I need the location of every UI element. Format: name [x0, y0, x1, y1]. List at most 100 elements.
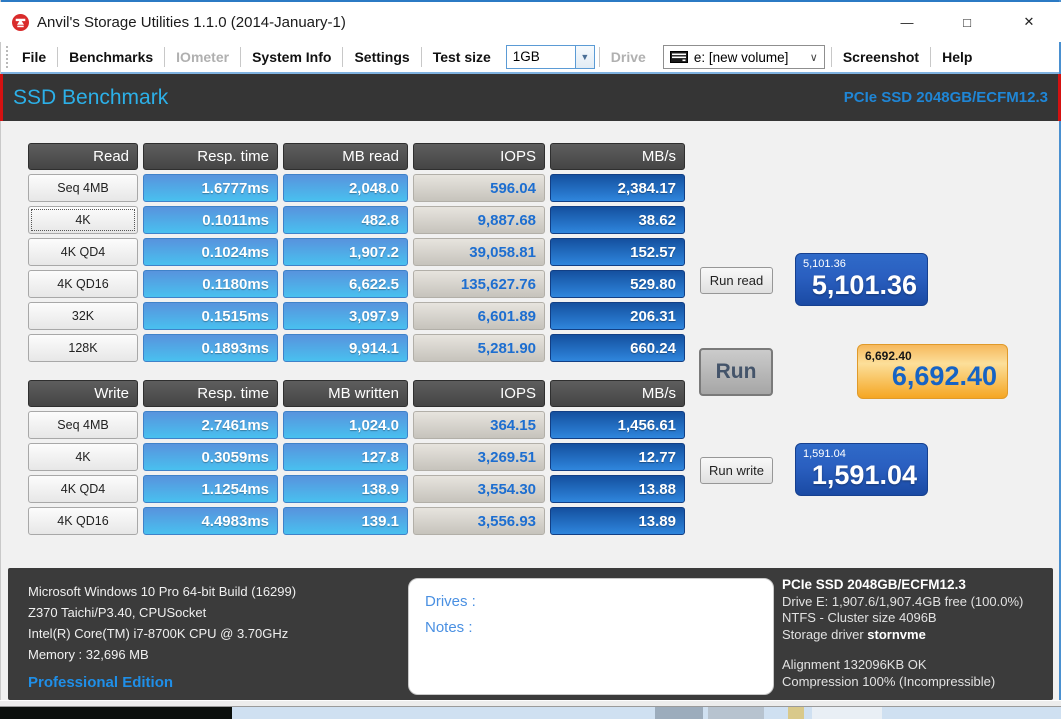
write-row-label[interactable]: 4K QD4 [28, 475, 138, 503]
minimize-button[interactable]: — [884, 2, 930, 42]
taskbar-item [788, 707, 804, 719]
mb-read-col-header: MB read [283, 143, 408, 170]
iops-value: 6,601.89 [413, 302, 545, 330]
test-size-value[interactable]: 1GB [507, 46, 575, 68]
mbs-value: 13.88 [550, 475, 685, 503]
storage-driver-value: stornvme [867, 626, 926, 642]
read-row-label[interactable]: 4K QD4 [28, 238, 138, 266]
read-score-large: 5,101.36 [811, 270, 917, 300]
drive-capacity: Drive E: 1,907.6/1,907.4GB free (100.0%) [782, 593, 1024, 609]
page-title: SSD Benchmark [13, 85, 169, 109]
mb-written-value: 138.9 [283, 475, 408, 503]
resp-time-value: 4.4983ms [143, 507, 278, 535]
motherboard-info: Z370 Taichi/P3.40, CPUSocket [28, 605, 207, 620]
menu-settings[interactable]: Settings [343, 49, 420, 65]
run-button[interactable]: Run [699, 348, 773, 396]
drive-device-title: PCIe SSD 2048GB/ECFM12.3 [782, 577, 966, 592]
write-row-label[interactable]: 4K QD16 [28, 507, 138, 535]
edition-label: Professional Edition [28, 674, 174, 691]
total-score-large: 6,692.40 [891, 361, 997, 391]
read-row-label[interactable]: 32K [28, 302, 138, 330]
drives-label: Drives : [425, 593, 476, 610]
resp-time-value: 0.1011ms [143, 206, 278, 234]
read-row-label[interactable]: 4K QD16 [28, 270, 138, 298]
drive-combobox[interactable]: e: [new volume] ∨ [662, 45, 825, 69]
mb-written-col-header: MB written [283, 380, 408, 407]
window-bottom-frame [0, 700, 1061, 707]
resp-time-value: 0.3059ms [143, 443, 278, 471]
iops-value: 3,554.30 [413, 475, 545, 503]
storage-driver-line: Storage driver stornvme [782, 627, 1023, 644]
drive-info-block: PCIe SSD 2048GB/ECFM12.3 Drive E: 1,907.… [782, 577, 1023, 690]
resp-time-col-header: Resp. time [143, 143, 278, 170]
chevron-down-icon[interactable]: ▼ [574, 46, 594, 68]
drive-value[interactable]: e: [new volume] [694, 50, 810, 65]
footer-panel: Microsoft Windows 10 Pro 64-bit Build (1… [8, 568, 1053, 700]
menu-file[interactable]: File [11, 49, 57, 65]
read-table: Read Resp. time MB read IOPS MB/s Seq 4M… [28, 143, 685, 362]
mb-read-value: 482.8 [283, 206, 408, 234]
menubar: File Benchmarks IOmeter System Info Sett… [1, 42, 1059, 74]
menu-benchmarks[interactable]: Benchmarks [58, 49, 164, 65]
filesystem-info: NTFS - Cluster size 4096B [782, 610, 937, 625]
resp-time-value: 0.1515ms [143, 302, 278, 330]
iops-col-header: IOPS [413, 143, 545, 170]
mbs-value: 12.77 [550, 443, 685, 471]
titlebar: Anvil's Storage Utilities 1.1.0 (2014-Ja… [0, 2, 1061, 42]
window-title: Anvil's Storage Utilities 1.1.0 (2014-Ja… [37, 13, 346, 31]
run-read-button[interactable]: Run read [700, 267, 773, 294]
write-table: Write Resp. time MB written IOPS MB/s Se… [28, 380, 685, 535]
alignment-info: Alignment 132096KB OK [782, 657, 927, 672]
resp-time-value: 2.7461ms [143, 411, 278, 439]
mbs-value: 38.62 [550, 206, 685, 234]
iops-value: 364.15 [413, 411, 545, 439]
write-score-large: 1,591.04 [811, 460, 917, 490]
menu-help[interactable]: Help [931, 49, 983, 65]
resp-time-value: 1.6777ms [143, 174, 278, 202]
read-score-small: 5,101.36 [803, 258, 846, 270]
taskbar-item [812, 707, 882, 719]
mb-read-value: 2,048.0 [283, 174, 408, 202]
menu-screenshot[interactable]: Screenshot [832, 49, 930, 65]
maximize-button[interactable]: □ [944, 2, 990, 42]
mb-read-value: 9,914.1 [283, 334, 408, 362]
mbs-value: 660.24 [550, 334, 685, 362]
drive-icon [669, 51, 688, 63]
close-button[interactable]: ✕ [1006, 2, 1052, 42]
read-row-label[interactable]: 128K [28, 334, 138, 362]
chevron-down-icon[interactable]: ∨ [810, 51, 818, 64]
read-score-badge: 5,101.36 5,101.36 [795, 253, 928, 306]
drive-label: Drive [610, 49, 646, 65]
test-size-label: Test size [432, 49, 491, 65]
device-name: PCIe SSD 2048GB/ECFM12.3 [843, 89, 1048, 106]
mb-written-value: 139.1 [283, 507, 408, 535]
iops-value: 3,269.51 [413, 443, 545, 471]
menu-iometer: IOmeter [176, 49, 230, 65]
write-row-label[interactable]: Seq 4MB [28, 411, 138, 439]
notes-label: Notes : [425, 619, 473, 636]
mbs-col-header: MB/s [550, 143, 685, 170]
compression-info: Compression 100% (Incompressible) [782, 673, 996, 689]
taskbar-item [708, 707, 764, 719]
mbs-value: 206.31 [550, 302, 685, 330]
iops-value: 135,627.76 [413, 270, 545, 298]
iops-value: 3,556.93 [413, 507, 545, 535]
write-score-small: 1,591.04 [803, 448, 846, 460]
test-size-combobox[interactable]: 1GB ▼ [505, 45, 595, 69]
menu-system-info[interactable]: System Info [241, 49, 342, 65]
mb-read-value: 6,622.5 [283, 270, 408, 298]
memory-info: Memory : 32,696 MB [28, 647, 149, 662]
resp-time-col-header: Resp. time [143, 380, 278, 407]
iops-value: 39,058.81 [413, 238, 545, 266]
mbs-col-header: MB/s [550, 380, 685, 407]
drives-notes-box[interactable]: Drives : Notes : [408, 578, 774, 695]
write-row-label[interactable]: 4K [28, 443, 138, 471]
resp-time-value: 1.1254ms [143, 475, 278, 503]
read-row-label[interactable]: 4K [28, 206, 138, 234]
app-icon [12, 13, 29, 31]
read-row-label[interactable]: Seq 4MB [28, 174, 138, 202]
run-write-button[interactable]: Run write [700, 457, 773, 484]
resp-time-value: 0.1893ms [143, 334, 278, 362]
os-info: Microsoft Windows 10 Pro 64-bit Build (1… [28, 584, 297, 599]
